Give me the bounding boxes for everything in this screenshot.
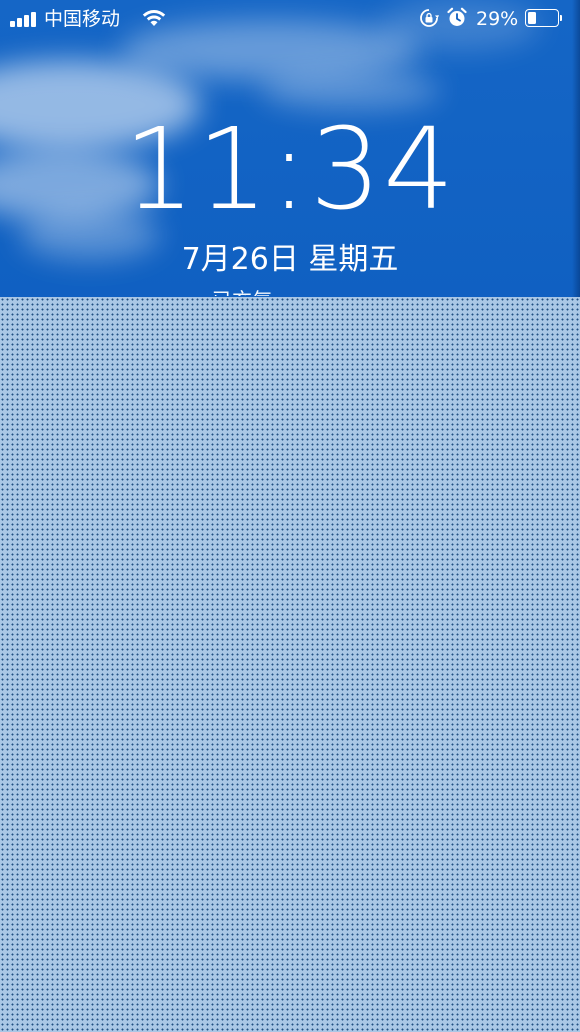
status-bar: 中国移动 29% bbox=[0, 0, 580, 38]
notification-peek-text: 已充气 bbox=[212, 288, 272, 296]
redacted-region bbox=[0, 297, 580, 1032]
lock-rotation-icon bbox=[420, 9, 439, 27]
wifi-icon bbox=[142, 10, 166, 26]
battery-icon bbox=[525, 9, 562, 27]
battery-percentage: 29% bbox=[476, 8, 519, 30]
carrier-name: 中国移动 bbox=[44, 8, 121, 30]
cellular-signal-icon bbox=[10, 11, 40, 27]
lock-screen: 中国移动 29% 11:34 7月26日 星期五 已充气 bbox=[0, 0, 580, 1032]
lock-screen-time: 11:34 bbox=[123, 105, 457, 235]
lock-screen-date: 7月26日 星期五 bbox=[181, 242, 399, 277]
alarm-icon bbox=[447, 7, 467, 26]
